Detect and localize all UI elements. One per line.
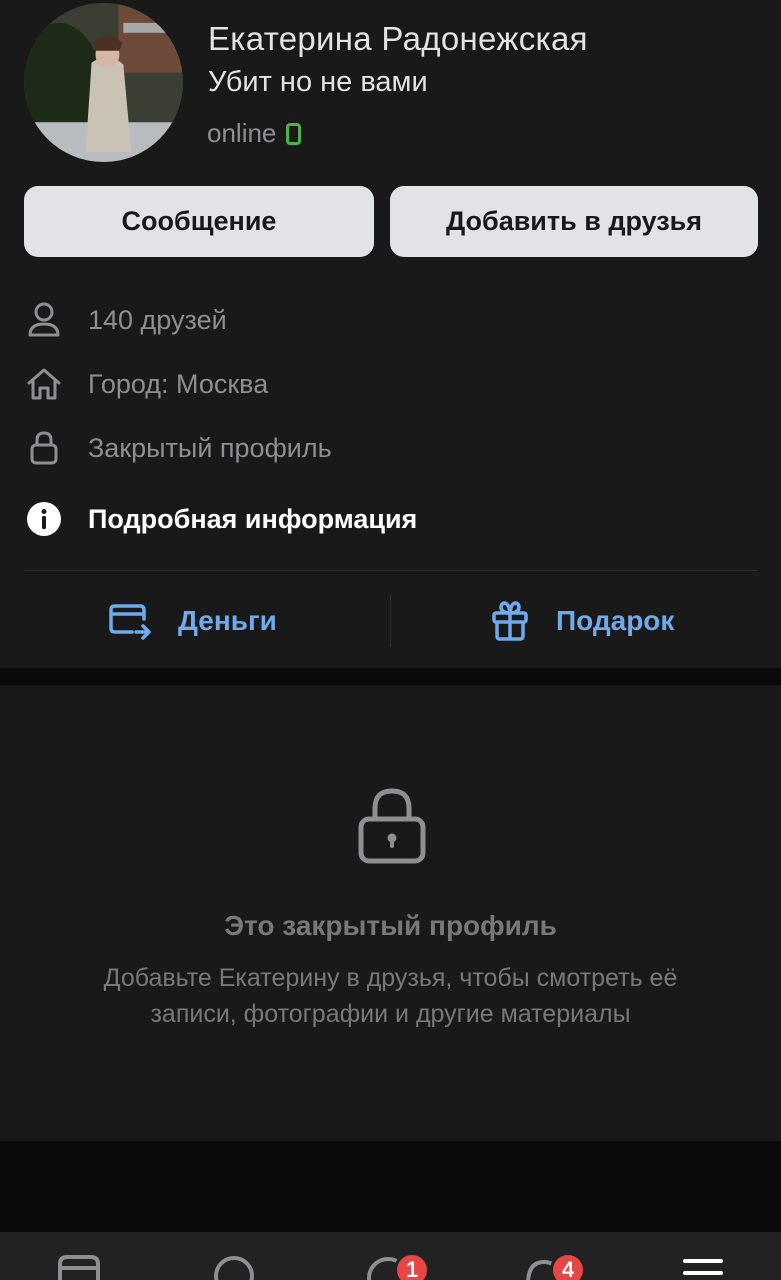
user-icon: [24, 300, 64, 340]
notifications-badge: 4: [550, 1252, 586, 1280]
profile-status: Убит но не вами: [208, 66, 428, 98]
closed-profile-row: Закрытый профиль: [24, 428, 332, 468]
closed-profile-description: Добавьте Екатерину в друзья, чтобы смотр…: [103, 964, 678, 1028]
online-status: online: [207, 118, 302, 149]
search-icon[interactable]: [212, 1254, 256, 1280]
details-row[interactable]: Подробная информация: [24, 499, 417, 539]
lock-icon: [24, 428, 64, 468]
gift-button[interactable]: Подарок: [490, 596, 674, 646]
money-transfer-icon: [109, 604, 151, 640]
home-icon: [24, 364, 64, 404]
mobile-online-icon: [286, 122, 302, 145]
messages-badge: 1: [394, 1252, 430, 1280]
gift-label: Подарок: [556, 605, 675, 636]
divider: [24, 570, 757, 571]
avatar-photo-icon: [24, 3, 183, 162]
menu-icon[interactable]: [681, 1254, 725, 1280]
large-lock-icon: [358, 788, 426, 864]
message-button[interactable]: Сообщение: [24, 186, 374, 257]
friends-count: 140 друзей: [88, 304, 227, 335]
gift-icon: [492, 601, 528, 641]
info-icon: [24, 499, 64, 539]
money-button[interactable]: Деньги: [108, 596, 277, 646]
bottom-tab-bar: [0, 1232, 781, 1280]
closed-profile-title: Это закрытый профиль: [224, 910, 557, 941]
details-text: Подробная информация: [88, 503, 418, 534]
avatar[interactable]: [24, 3, 183, 162]
city-text: Город: Москва: [88, 368, 269, 399]
profile-name: Екатерина Радонежская: [208, 20, 588, 57]
news-icon[interactable]: [57, 1254, 101, 1280]
closed-profile-text: Закрытый профиль: [88, 432, 332, 463]
add-friend-button[interactable]: Добавить в друзья: [390, 186, 758, 257]
vertical-divider: [390, 595, 391, 647]
friends-row[interactable]: 140 друзей: [24, 300, 227, 340]
online-label: online: [207, 118, 277, 148]
money-label: Деньги: [178, 605, 277, 636]
city-row: Город: Москва: [24, 364, 268, 404]
